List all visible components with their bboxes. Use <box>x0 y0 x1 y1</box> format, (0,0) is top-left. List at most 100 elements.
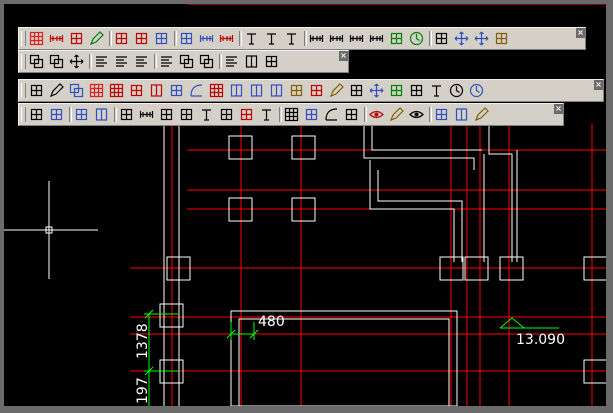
continuous-dim-button[interactable] <box>348 30 365 47</box>
column-button[interactable] <box>148 82 165 99</box>
grid-button[interactable] <box>88 82 105 99</box>
layer-move-button[interactable] <box>68 53 85 70</box>
mail-button[interactable] <box>288 82 305 99</box>
text-button[interactable] <box>263 30 280 47</box>
tiles-button[interactable] <box>433 106 450 123</box>
align-right-button[interactable] <box>133 53 150 70</box>
group-button[interactable] <box>198 53 215 70</box>
pencil-button[interactable] <box>388 106 405 123</box>
mirror-button[interactable] <box>178 30 195 47</box>
columns-button[interactable] <box>243 53 260 70</box>
door-button[interactable] <box>248 82 265 99</box>
dimension-axis-button[interactable] <box>48 30 65 47</box>
align-center-button[interactable] <box>113 53 130 70</box>
layer-stack-icon <box>49 54 64 69</box>
wall-line <box>377 170 463 262</box>
grid-axis-button[interactable] <box>28 30 45 47</box>
toolbar-separator <box>89 54 92 69</box>
chain-dim-button[interactable] <box>308 30 325 47</box>
align-left-button[interactable] <box>93 53 110 70</box>
slope-button[interactable] <box>388 30 405 47</box>
point-dim-button[interactable] <box>218 30 235 47</box>
text-a-button[interactable] <box>198 106 215 123</box>
move-button[interactable] <box>453 30 470 47</box>
floor-line-button[interactable] <box>113 30 130 47</box>
panel-button[interactable] <box>368 82 385 99</box>
stair-rail-button[interactable] <box>178 106 195 123</box>
toolbar-grip[interactable] <box>21 31 26 46</box>
house-button[interactable] <box>343 106 360 123</box>
window-button[interactable] <box>228 82 245 99</box>
rotate-button[interactable] <box>408 30 425 47</box>
arc-button[interactable] <box>188 82 205 99</box>
axis-grid-button[interactable] <box>108 82 125 99</box>
column <box>291 135 316 160</box>
wave-button[interactable] <box>303 106 320 123</box>
abc-button[interactable] <box>258 106 275 123</box>
text-a-button[interactable] <box>428 82 445 99</box>
arc-dim-button[interactable] <box>198 30 215 47</box>
toolbar-close-button[interactable]: × <box>594 80 603 90</box>
book-button[interactable] <box>348 82 365 99</box>
cross-axis-button[interactable] <box>128 82 145 99</box>
table-button[interactable] <box>208 82 225 99</box>
eye-red-button[interactable] <box>368 106 385 123</box>
elevation-button[interactable] <box>153 30 170 47</box>
toolbar-grip[interactable] <box>21 54 26 69</box>
room-outline <box>238 318 450 406</box>
stair-rail-icon <box>180 108 193 121</box>
layers-button[interactable] <box>68 82 85 99</box>
stack-icon <box>179 54 194 69</box>
section-button[interactable] <box>388 82 405 99</box>
toolbar-grip[interactable] <box>21 83 26 98</box>
angle-dim-button[interactable] <box>368 30 385 47</box>
frame-dot-button[interactable] <box>453 106 470 123</box>
beam-button[interactable] <box>168 82 185 99</box>
pan-button[interactable] <box>473 30 490 47</box>
brush-icon <box>329 83 344 98</box>
properties-icon <box>30 84 43 97</box>
axis-edit-button[interactable] <box>88 30 105 47</box>
copy-layer-button[interactable] <box>28 53 45 70</box>
broom-button[interactable] <box>473 106 490 123</box>
zoom-doc-button[interactable] <box>48 106 65 123</box>
level-icon <box>135 32 148 45</box>
open-doc-button[interactable] <box>28 106 45 123</box>
toolbar-close-button[interactable]: × <box>339 51 348 61</box>
axis-label-button[interactable] <box>68 30 85 47</box>
pipe-button[interactable] <box>118 106 135 123</box>
brush-button[interactable] <box>328 82 345 99</box>
distribute-button[interactable] <box>158 53 175 70</box>
arch-button[interactable] <box>323 106 340 123</box>
toolbar-close-button[interactable]: × <box>576 28 585 38</box>
text-edit-button[interactable] <box>283 30 300 47</box>
floor-line-icon <box>115 32 128 45</box>
export-button[interactable] <box>218 106 235 123</box>
list-button[interactable] <box>223 53 240 70</box>
link-button[interactable] <box>433 30 450 47</box>
text-style-button[interactable] <box>243 30 260 47</box>
linear-dim-button[interactable] <box>328 30 345 47</box>
door-open-button[interactable] <box>268 82 285 99</box>
stairs-button[interactable] <box>408 82 425 99</box>
split-button[interactable] <box>73 106 90 123</box>
help-button[interactable] <box>468 82 485 99</box>
frame-button[interactable] <box>93 106 110 123</box>
edit-button[interactable] <box>48 82 65 99</box>
eye-button[interactable] <box>408 106 425 123</box>
properties-button[interactable] <box>28 82 45 99</box>
parallel-button[interactable] <box>263 53 280 70</box>
layer-stack-button[interactable] <box>48 53 65 70</box>
angle-button[interactable] <box>158 106 175 123</box>
help-icon <box>469 83 484 98</box>
compass-button[interactable] <box>448 82 465 99</box>
measure-button[interactable] <box>138 106 155 123</box>
print-button[interactable] <box>308 82 325 99</box>
stack-button[interactable] <box>178 53 195 70</box>
level-button[interactable] <box>133 30 150 47</box>
dots-grid-button[interactable] <box>283 106 300 123</box>
clipboard-button[interactable] <box>493 30 510 47</box>
number-button[interactable] <box>238 106 255 123</box>
toolbar-close-button[interactable]: × <box>554 104 563 114</box>
toolbar-grip[interactable] <box>21 107 26 122</box>
